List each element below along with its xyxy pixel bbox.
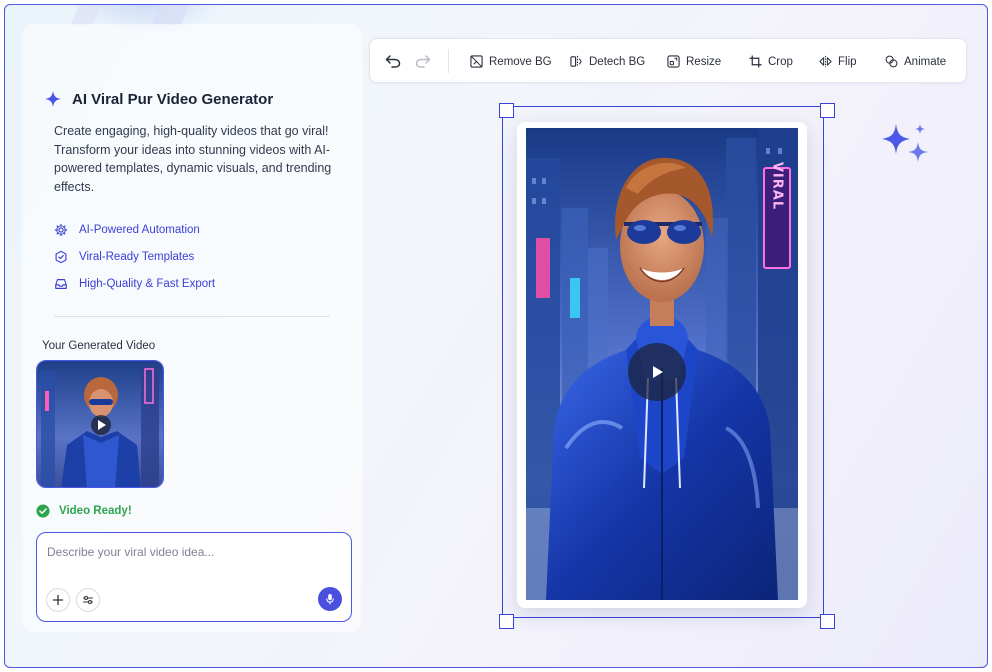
feature-item-automation: AI-Powered Automation — [54, 216, 215, 243]
feature-item-export: High-Quality & Fast Export — [54, 270, 215, 297]
prompt-input[interactable] — [47, 545, 337, 559]
detech-bg-icon — [570, 55, 582, 68]
generated-video-label: Your Generated Video — [42, 340, 156, 352]
status-text: Video Ready! — [59, 505, 132, 517]
prompt-box — [36, 532, 352, 622]
viral-sign: VIRAL — [770, 162, 785, 210]
export-tray-icon — [55, 278, 67, 289]
voice-input-button[interactable] — [318, 587, 342, 611]
crop-button[interactable]: Crop — [749, 39, 793, 84]
feature-label: Viral-Ready Templates — [79, 250, 195, 263]
page-title: AI Viral Pur Video Generator — [72, 90, 274, 108]
resize-icon — [667, 55, 680, 68]
editor-toolbar: Remove BG Detech BG Resize Crop Flip Ani… — [369, 38, 967, 83]
undo-icon[interactable] — [384, 52, 402, 70]
detech-bg-label: Detech BG — [589, 55, 646, 68]
flip-label: Flip — [838, 55, 857, 68]
title-row: AI Viral Pur Video Generator — [44, 90, 273, 108]
plus-icon — [52, 594, 64, 606]
animate-label: Animate — [904, 55, 947, 68]
template-badge-icon — [55, 250, 67, 263]
sparkle-icon — [44, 90, 62, 108]
remove-bg-label: Remove BG — [489, 55, 552, 68]
feature-item-templates: Viral-Ready Templates — [54, 243, 215, 270]
gear-icon — [54, 223, 68, 236]
video-thumbnail-image — [37, 361, 163, 487]
animate-icon — [885, 55, 898, 68]
resize-handle-bottom-left[interactable] — [499, 614, 514, 629]
crop-icon — [749, 55, 762, 68]
left-panel: AI Viral Pur Video Generator Create enga… — [22, 24, 362, 632]
feature-label: AI-Powered Automation — [79, 223, 200, 236]
sliders-icon — [82, 595, 94, 605]
feature-label: High-Quality & Fast Export — [79, 277, 216, 290]
microphone-icon — [326, 594, 334, 605]
generated-video-thumbnail[interactable] — [36, 360, 164, 488]
sparkles-icon — [882, 124, 928, 162]
redo-icon[interactable] — [414, 52, 432, 70]
play-icon — [653, 366, 663, 378]
remove-bg-button[interactable]: Remove BG — [470, 39, 552, 84]
resize-handle-top-left[interactable] — [499, 103, 514, 118]
flip-icon — [819, 55, 832, 68]
resize-button[interactable]: Resize — [667, 39, 721, 84]
remove-bg-icon — [470, 55, 483, 68]
play-button[interactable] — [628, 343, 686, 401]
settings-button[interactable] — [76, 588, 100, 612]
feature-list: AI-Powered Automation Viral-Ready Templa… — [54, 216, 215, 297]
detech-bg-button[interactable]: Detech BG — [570, 39, 645, 84]
flip-button[interactable]: Flip — [819, 39, 857, 84]
app-description: Create engaging, high-quality videos tha… — [54, 124, 332, 194]
animate-button[interactable]: Animate — [885, 39, 946, 84]
resize-handle-top-right[interactable] — [820, 103, 835, 118]
divider — [54, 316, 330, 317]
check-circle-icon — [36, 504, 50, 518]
video-status: Video Ready! — [36, 504, 132, 518]
crop-label: Crop — [768, 55, 793, 68]
toolbar-separator — [448, 49, 449, 73]
resize-label: Resize — [686, 55, 722, 68]
resize-handle-bottom-right[interactable] — [820, 614, 835, 629]
add-attachment-button[interactable] — [46, 588, 70, 612]
